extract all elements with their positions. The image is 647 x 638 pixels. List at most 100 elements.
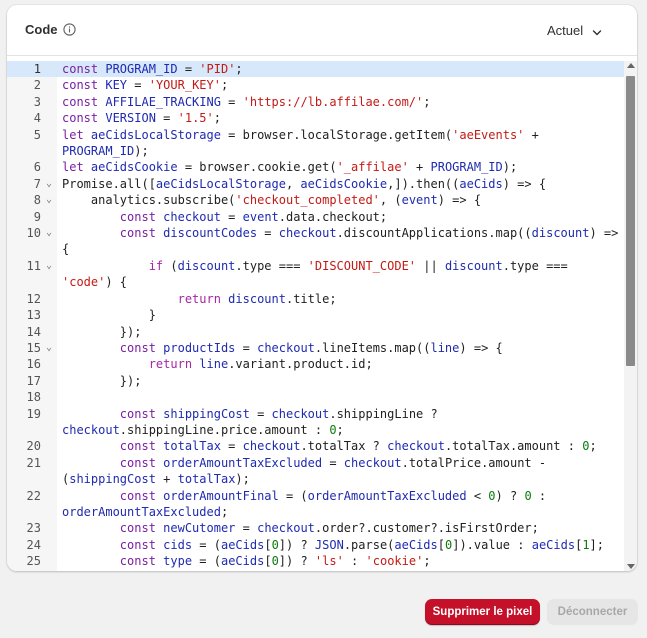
code-text: return discount.title; [57,291,622,307]
code-token: const [62,62,106,76]
code-token: : [343,554,366,569]
version-select[interactable]: Actuel [547,20,602,40]
code-token: 'ls' [314,554,344,569]
code-token: < [466,488,489,503]
code-token: const [119,406,164,421]
code-token: ,]).then(( [387,176,460,191]
line-number: 11 [26,258,41,273]
code-line[interactable]: 12 return discount.title; [7,291,624,307]
fold-chevron-icon[interactable]: ⌄ [41,192,57,208]
code-line[interactable]: 25 const type = (aeCids[0]) ? 'ls' : 'co… [7,553,624,569]
code-token: = [220,209,243,224]
vertical-scrollbar[interactable] [624,61,637,571]
code-token: aeCids [394,537,438,552]
code-line[interactable]: 20 const totalTax = checkout.totalTax ? … [7,438,624,454]
code-line[interactable]: 6 let aeCidsCookie = browser.cookie.get('… [7,159,624,175]
line-number: 10 [26,226,41,241]
code-token: checkout [257,521,315,536]
code-token: const [62,78,106,93]
code-line[interactable]: 19 const shippingCost = checkout.shippin… [7,406,624,439]
code-token: 'https://lb.affilae.com/' [242,94,424,109]
code-token: = browser.localStorage.getItem( [220,127,453,142]
code-token: checkout [271,406,330,421]
code-token: .shippingLine ? [329,406,445,421]
code-line[interactable]: 3 const AFFILAE_TRACKING = 'https://lb.af… [7,94,624,110]
code-line[interactable]: 23 const newCutomer = checkout.order?.cu… [7,520,624,536]
disconnect-button: Déconnecter [547,599,638,625]
code-token: ; [336,422,344,437]
code-token: ); [134,144,149,159]
code-token: 'cookie' [365,554,424,569]
fold-chevron-icon[interactable]: ⌄ [41,340,57,356]
code-token: ) ? [495,488,525,503]
code-token: const [119,340,164,355]
code-token: newCutomer [163,521,236,536]
code-text: const discountCodes = checkout.discountA… [57,225,622,258]
code-line[interactable]: 9 const checkout = event.data.checkout; [7,209,624,225]
code-line[interactable]: 18 ​ [7,389,624,405]
code-token: = [235,340,258,355]
code-token: const [119,209,164,224]
code-line[interactable]: 4 const VERSION = '1.5'; [7,110,624,126]
code-token: .type === [235,258,308,273]
code-token: ]) ? [278,554,315,569]
line-number: 4 [33,111,41,126]
code-line[interactable]: 26 let aeConvUrl = AFFILAE_TRACKING + '?… [7,570,624,572]
code-line[interactable]: 24 const cids = (aeCids[0]) ? JSON.parse… [7,537,624,553]
code-line[interactable]: 7 ⌄ Promise.all([aeCidsLocalStorage, aeCid… [7,176,624,192]
scroll-down-arrow-icon[interactable] [627,564,635,569]
code-line[interactable]: 14 }); [7,324,624,340]
code-line[interactable]: 22 const orderAmountFinal = (orderAmount… [7,488,624,521]
line-number: 17 [26,373,41,388]
code-line[interactable]: 17 }); [7,373,624,389]
code-line[interactable]: 8 ⌄ analytics.subscribe('checkout_complet… [7,192,624,208]
delete-pixel-button[interactable]: Supprimer le pixel [425,599,540,625]
code-text: return line.variant.product.id; [57,356,622,372]
code-line[interactable]: 10 ⌄ const discountCodes = checkout.disco… [7,225,624,258]
scroll-up-arrow-icon[interactable] [627,63,635,68]
code-line[interactable]: 5 let aeCidsLocalStorage = browser.localS… [7,127,624,160]
code-token: discount [177,258,236,273]
code-token: .discountApplications.map(( [336,226,532,241]
code-token: VERSION [105,111,156,126]
code-line[interactable]: 15 ⌄ const productIds = checkout.lineItem… [7,340,624,356]
fold-chevron-icon[interactable]: ⌄ [41,258,57,291]
fold-chevron-icon[interactable]: ⌄ [41,225,57,258]
info-icon[interactable] [63,23,76,36]
code-line[interactable]: 21 const orderAmountTaxExcluded = checko… [7,455,624,488]
code-token: totalTax [163,439,221,454]
code-token: 0 [524,488,532,503]
code-token: ]; [589,537,604,552]
code-token: checkout [62,422,120,437]
code-editor[interactable]: 1 const PROGRAM_ID = 'PID'; 2 const KEY = '… [7,61,637,571]
fold-chevron-icon[interactable]: ⌄ [41,176,57,192]
code-token: line [430,340,460,355]
code-token: .data.checkout; [278,209,388,224]
code-line[interactable]: 2 const KEY = 'YOUR_KEY'; [7,77,624,93]
code-line[interactable]: 11 ⌄ if (discount.type === 'DISCOUNT_CODE… [7,258,624,291]
code-line[interactable]: 16 return line.variant.product.id; [7,356,624,372]
code-token: cids [163,537,193,552]
code-line[interactable]: 1 const PROGRAM_ID = 'PID'; [7,61,624,78]
code-token: aeCidsLocalStorage [155,176,286,191]
code-line[interactable]: 13 } [7,307,624,323]
code-token: const [119,439,164,454]
code-token: }); [62,324,142,339]
code-token: const [119,521,164,536]
code-token: totalTax [177,472,236,487]
code-token: ) => { [459,340,503,355]
code-token: .totalTax.amount : [444,439,583,454]
scrollbar-thumb[interactable] [626,76,635,366]
code-token: const [119,488,164,503]
code-token: .parse( [343,537,395,552]
code-text: const type = (aeCids[0]) ? 'ls' : 'cooki… [57,553,622,569]
